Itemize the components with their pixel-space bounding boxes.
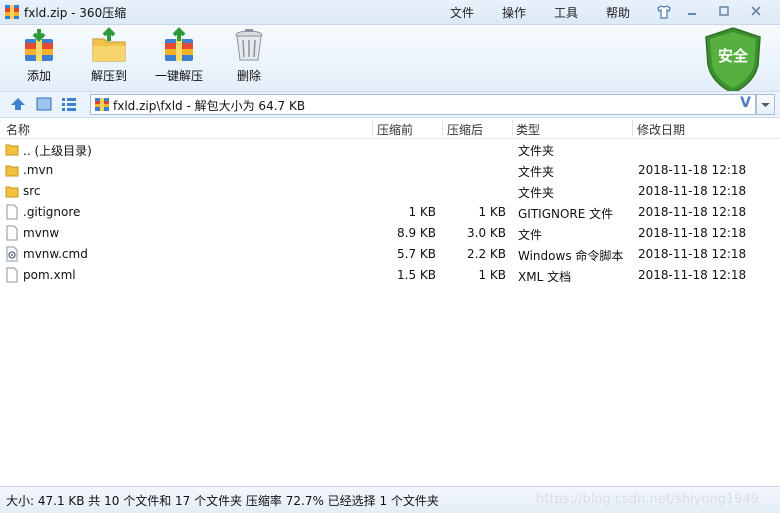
file-size-before: 1 KB bbox=[408, 205, 436, 219]
column-divider[interactable] bbox=[442, 120, 443, 136]
status-bar: 大小: 47.1 KB 共 10 个文件和 17 个文件夹 压缩率 72.7% … bbox=[0, 486, 780, 513]
address-bar: fxld.zip\fxld - 解包大小为 64.7 KB V bbox=[0, 91, 780, 118]
safe-label: 安全 bbox=[717, 47, 748, 65]
extract-to-label: 解压到 bbox=[90, 69, 127, 83]
one-click-extract-label: 一键解压 bbox=[154, 69, 203, 83]
file-date: 2018-11-18 12:18 bbox=[638, 163, 747, 177]
close-button[interactable] bbox=[746, 3, 766, 19]
status-text: 大小: 47.1 KB 共 10 个文件和 17 个文件夹 压缩率 72.7% … bbox=[6, 494, 439, 508]
trash-can-icon bbox=[235, 29, 263, 61]
minimize-button[interactable] bbox=[682, 3, 702, 19]
maximize-button[interactable] bbox=[714, 3, 734, 19]
file-name: .gitignore bbox=[23, 205, 81, 219]
file-name: mvnw.cmd bbox=[23, 247, 88, 261]
script-file-icon bbox=[6, 246, 18, 262]
address-v-button[interactable]: V bbox=[740, 95, 751, 111]
column-header-row: 名称 压缩前 压缩后 类型 修改日期 bbox=[0, 118, 780, 139]
file-row-src[interactable]: src 文件夹 2018-11-18 12:18 bbox=[0, 181, 780, 202]
file-name: mvnw bbox=[23, 226, 60, 240]
file-row-mvn[interactable]: .mvn 文件夹 2018-11-18 12:18 bbox=[0, 160, 780, 181]
file-row-mvnw-cmd[interactable]: mvnw.cmd 5.7 KB 2.2 KB Windows 命令脚本 2018… bbox=[0, 244, 780, 265]
folder-icon bbox=[5, 165, 19, 177]
skin-shirt-icon[interactable] bbox=[656, 4, 672, 20]
zip-archive-icon bbox=[95, 98, 109, 111]
column-modified[interactable]: 修改日期 bbox=[637, 121, 685, 138]
column-name[interactable]: 名称 bbox=[6, 121, 30, 138]
address-field[interactable]: fxld.zip\fxld - 解包大小为 64.7 KB V bbox=[90, 94, 756, 115]
folder-icon bbox=[5, 144, 19, 156]
file-size-after: 2.2 KB bbox=[467, 247, 506, 261]
column-type[interactable]: 类型 bbox=[516, 121, 540, 138]
add-archive-icon bbox=[25, 29, 53, 61]
file-name: .. (上级目录) bbox=[23, 144, 92, 158]
file-row-mvnw[interactable]: mvnw 8.9 KB 3.0 KB 文件 2018-11-18 12:18 bbox=[0, 223, 780, 244]
close-icon bbox=[751, 6, 761, 16]
file-type: 文件 bbox=[518, 228, 543, 242]
watermark: https://blog.csdn.net/shiyong1949 bbox=[536, 492, 759, 507]
file-size-before: 1.5 KB bbox=[397, 268, 436, 282]
one-click-extract-icon bbox=[165, 27, 193, 61]
file-date: 2018-11-18 12:18 bbox=[638, 184, 747, 198]
up-arrow-icon[interactable] bbox=[9, 96, 27, 112]
file-name: pom.xml bbox=[23, 268, 76, 282]
menu-help[interactable]: 帮助 bbox=[606, 4, 630, 21]
extract-to-folder-icon bbox=[92, 27, 126, 62]
column-size-before[interactable]: 压缩前 bbox=[377, 121, 413, 138]
delete-label: 删除 bbox=[236, 69, 261, 83]
add-label: 添加 bbox=[26, 69, 51, 83]
menu-tools[interactable]: 工具 bbox=[554, 4, 578, 21]
folder-icon bbox=[5, 186, 19, 198]
toolbar: 添加 解压到 一键解压 删除 安全 bbox=[0, 25, 780, 94]
app-icon bbox=[5, 5, 19, 19]
file-size-after: 1 KB bbox=[478, 205, 506, 219]
file-type: Windows 命令脚本 bbox=[518, 249, 624, 263]
minimize-icon bbox=[688, 13, 696, 15]
file-type: 文件夹 bbox=[518, 186, 555, 200]
address-dropdown-button[interactable] bbox=[756, 94, 775, 115]
column-size-after[interactable]: 压缩后 bbox=[447, 121, 483, 138]
file-size-before: 8.9 KB bbox=[397, 226, 436, 240]
maximize-icon bbox=[719, 6, 729, 16]
one-click-extract-button[interactable]: 一键解压 bbox=[150, 27, 208, 84]
file-type: 文件夹 bbox=[518, 144, 555, 158]
file-date: 2018-11-18 12:18 bbox=[638, 247, 747, 261]
file-row-pom[interactable]: pom.xml 1.5 KB 1 KB XML 文档 2018-11-18 12… bbox=[0, 265, 780, 286]
file-row-gitignore[interactable]: .gitignore 1 KB 1 KB GITIGNORE 文件 2018-1… bbox=[0, 202, 780, 223]
column-divider[interactable] bbox=[512, 120, 513, 136]
file-row-parent[interactable]: .. (上级目录) 文件夹 bbox=[0, 139, 780, 160]
menu-operate[interactable]: 操作 bbox=[502, 4, 526, 21]
menu-file[interactable]: 文件 bbox=[450, 4, 474, 21]
safe-badge[interactable]: 安全 bbox=[700, 25, 766, 95]
file-icon bbox=[6, 267, 18, 283]
thumbnail-view-icon[interactable] bbox=[35, 96, 53, 112]
file-date: 2018-11-18 12:18 bbox=[638, 226, 747, 240]
file-name: .mvn bbox=[23, 163, 54, 177]
file-type: 文件夹 bbox=[518, 165, 555, 179]
file-list: .. (上级目录) 文件夹 .mvn 文件夹 2018-11-18 12:18 … bbox=[0, 139, 780, 286]
file-size-after: 1 KB bbox=[478, 268, 506, 282]
list-view-icon[interactable] bbox=[60, 96, 78, 112]
file-size-after: 3.0 KB bbox=[467, 226, 506, 240]
file-date: 2018-11-18 12:18 bbox=[638, 205, 747, 219]
address-path: fxld.zip\fxld - 解包大小为 64.7 KB bbox=[113, 99, 306, 113]
delete-button[interactable]: 删除 bbox=[226, 27, 272, 84]
chevron-down-icon bbox=[761, 103, 770, 107]
file-type: GITIGNORE 文件 bbox=[518, 207, 614, 221]
window-title: fxld.zip - 360压缩 bbox=[24, 6, 127, 20]
title-bar: fxld.zip - 360压缩 文件 操作 工具 帮助 bbox=[0, 0, 780, 25]
file-icon bbox=[6, 225, 18, 241]
column-divider[interactable] bbox=[632, 120, 633, 136]
extract-to-button[interactable]: 解压到 bbox=[86, 27, 132, 84]
column-divider[interactable] bbox=[372, 120, 373, 136]
file-name: src bbox=[23, 184, 41, 198]
file-size-before: 5.7 KB bbox=[397, 247, 436, 261]
file-type: XML 文档 bbox=[518, 270, 572, 284]
file-icon bbox=[6, 204, 18, 220]
file-date: 2018-11-18 12:18 bbox=[638, 268, 747, 282]
add-button[interactable]: 添加 bbox=[16, 27, 62, 84]
